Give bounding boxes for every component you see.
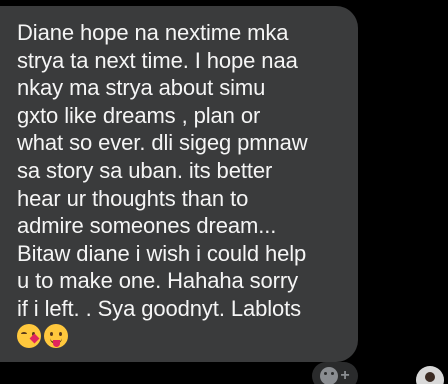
message-line: Bitaw diane i wish i could help xyxy=(17,240,307,266)
face-blowing-kiss-icon xyxy=(17,323,41,348)
message-line: if i left. . Sya goodnyt. Lablots xyxy=(17,295,302,321)
message-line: hear ur thoughts than to xyxy=(17,185,249,211)
add-reaction-button[interactable]: + xyxy=(312,362,358,384)
message-line: sa story sa uban. its better xyxy=(17,157,273,183)
message-line: u to make one. Hahaha sorry xyxy=(17,268,299,294)
face-with-tongue-icon xyxy=(44,323,68,348)
message-line: gxto like dreams , plan or xyxy=(17,102,261,128)
avatar-head-icon xyxy=(425,372,435,382)
plus-icon: + xyxy=(340,367,350,384)
message-line: admire someones dream... xyxy=(17,213,277,239)
message-line: nkay ma strya about simu xyxy=(17,75,266,101)
message-line: Diane hope na nextime mka xyxy=(17,20,289,45)
chat-screen: Diane hope na nextime mka strya ta next … xyxy=(0,0,448,384)
smile-face-icon xyxy=(320,367,339,384)
emoji-row xyxy=(17,323,344,348)
message-line: what so ever. dli sigeg pmnaw xyxy=(17,130,308,156)
message-line: strya ta next time. I hope naa xyxy=(17,47,298,73)
avatar[interactable] xyxy=(416,366,444,384)
message-bubble[interactable]: Diane hope na nextime mka strya ta next … xyxy=(0,6,358,362)
